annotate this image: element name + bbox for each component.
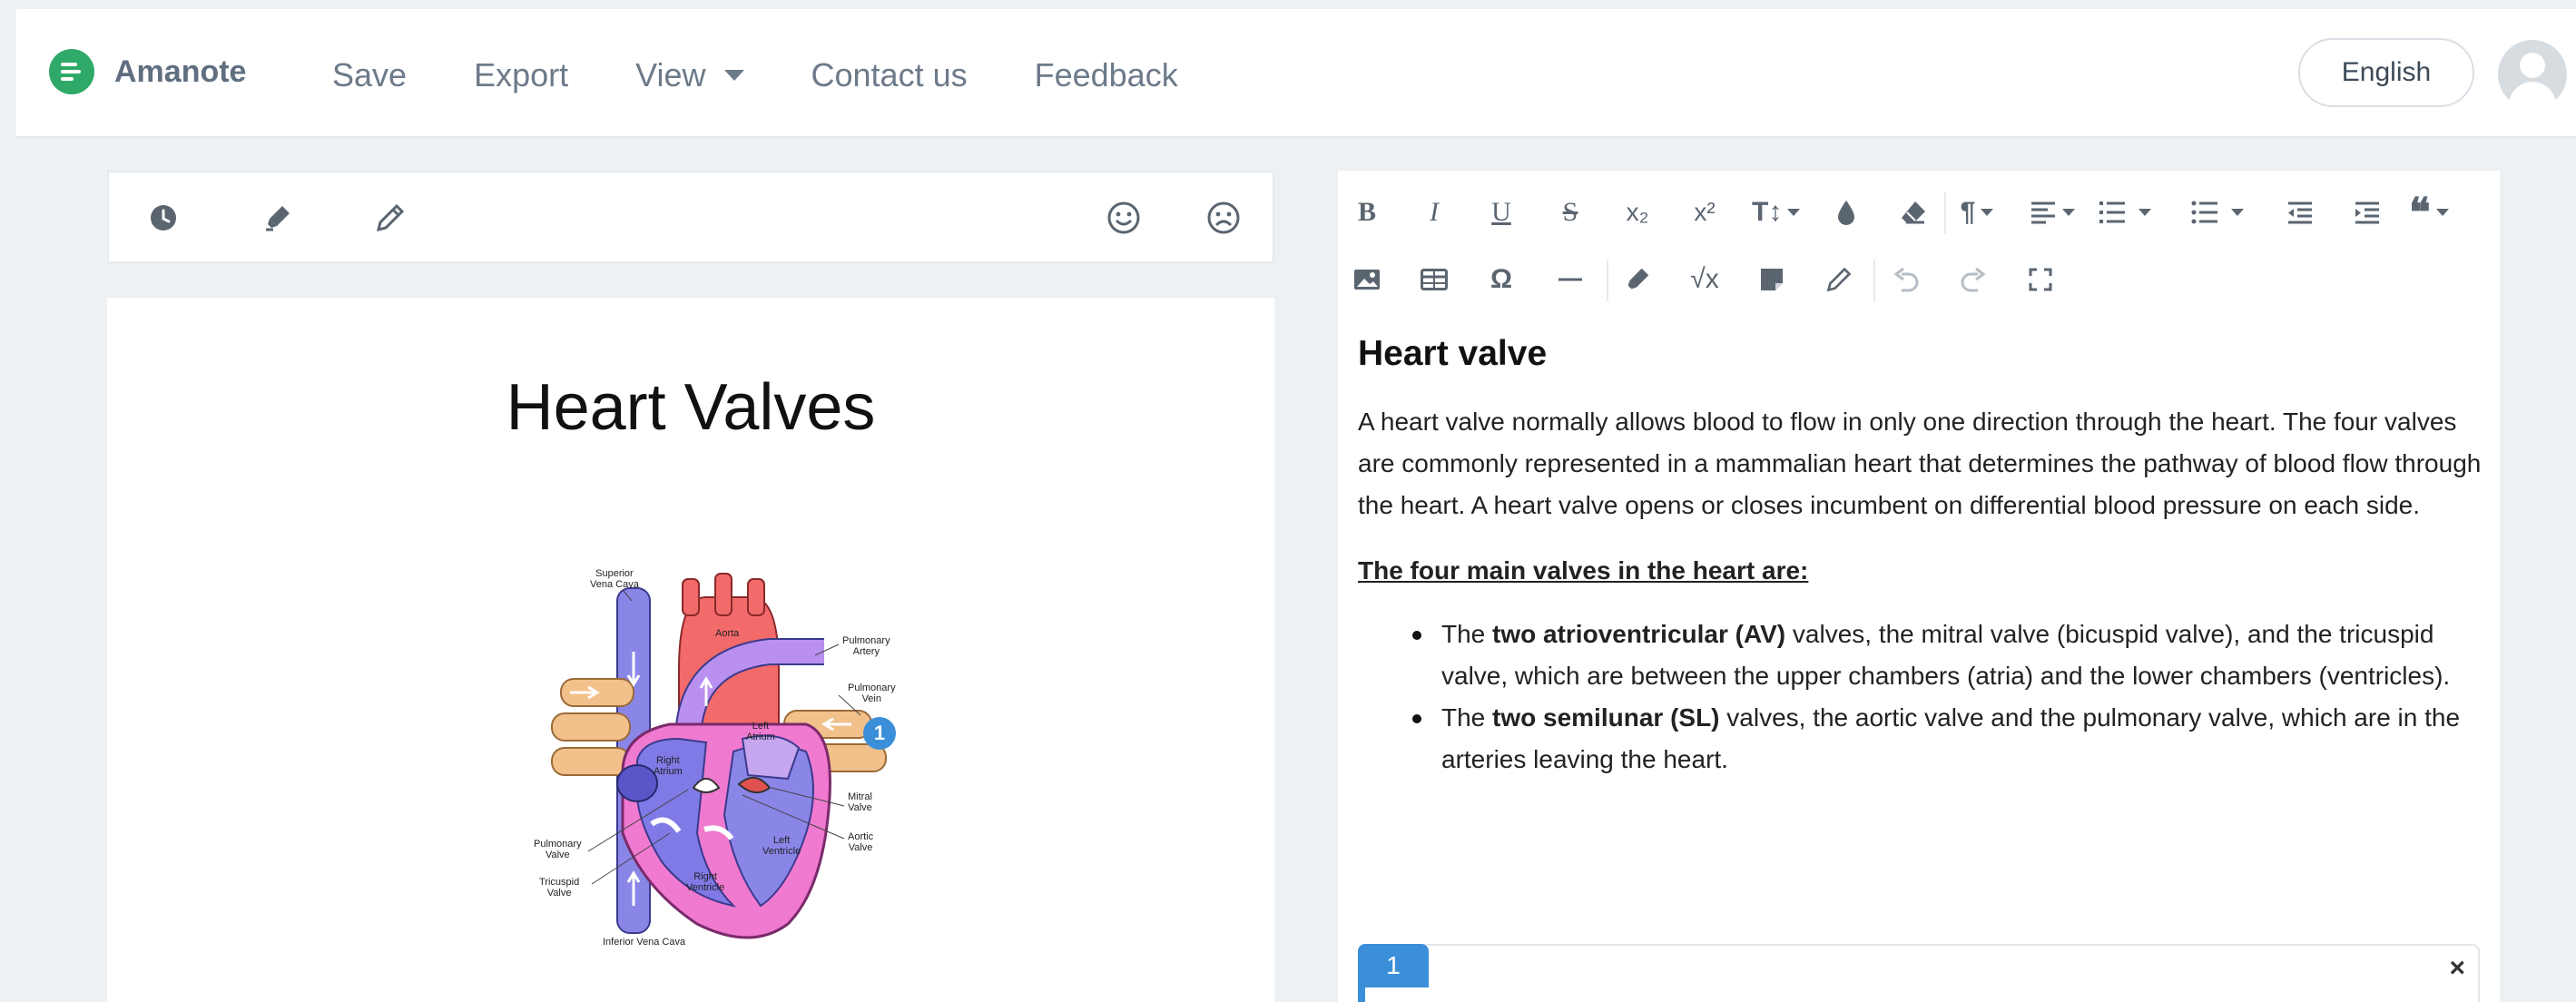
label-pulmonary-valve: Pulmonary Valve <box>534 839 582 860</box>
paragraph-format-dropdown[interactable]: ¶ <box>1959 194 1995 231</box>
nav-export[interactable]: Export <box>474 56 568 94</box>
unordered-list-dropdown[interactable] <box>2191 194 2244 231</box>
subscript-button[interactable]: x₂ <box>1619 194 1656 231</box>
close-icon[interactable]: × <box>2449 953 2465 984</box>
nav-feedback[interactable]: Feedback <box>1035 56 1178 94</box>
ordered-list-icon <box>2099 201 2125 223</box>
text-color-icon[interactable] <box>1828 194 1864 231</box>
label-left-atrium: Left Atrium <box>746 721 775 742</box>
clock-icon[interactable] <box>145 200 182 236</box>
outdent-icon[interactable] <box>2282 194 2318 231</box>
language-button[interactable]: English <box>2298 38 2474 107</box>
slide-page: Heart Valves Superior Vena Cava Aorta Pu… <box>107 298 1274 1002</box>
align-left-icon <box>2031 201 2055 224</box>
slide-title: Heart Valves <box>506 371 876 444</box>
note-editor: B I U S x₂ x² T↕ ¶ ❝ Ω √x Heart valve A … <box>1338 171 2500 1002</box>
note-subheading: The four main valves in the heart are: <box>1358 556 1809 584</box>
insert-image-icon[interactable] <box>1349 261 1385 298</box>
annotation-number: 1 <box>1358 944 1429 987</box>
amanote-logo-icon <box>49 49 94 94</box>
chevron-down-icon <box>723 70 744 81</box>
font-size-dropdown[interactable]: T↕ <box>1752 194 1801 231</box>
label-mitral-valve: Mitral Valve <box>848 791 872 813</box>
editor-toolbar-row-2: Ω √x <box>1338 252 2500 307</box>
editor-highlighter-icon[interactable] <box>1619 261 1656 298</box>
formula-icon[interactable]: √x <box>1686 261 1723 298</box>
horizontal-line-icon[interactable] <box>1552 261 1588 298</box>
blockquote-dropdown[interactable]: ❝ <box>2409 191 2449 235</box>
paragraph-icon: ¶ <box>1960 197 1976 227</box>
label-aortic-valve: Aortic Valve <box>848 831 874 853</box>
smile-icon[interactable] <box>1106 200 1142 236</box>
top-navbar: Amanote Save Export View Contact us Feed… <box>16 9 2576 138</box>
annotation-card[interactable]: 1 × <box>1358 944 2480 1002</box>
document-toolbar <box>107 171 1274 263</box>
eraser-icon[interactable] <box>1895 194 1932 231</box>
note-heading: Heart valve <box>1358 334 1548 373</box>
indent-icon[interactable] <box>2349 194 2385 231</box>
label-right-atrium: Right Atrium <box>654 755 683 777</box>
label-aorta: Aorta <box>715 628 740 639</box>
fullscreen-icon[interactable] <box>2022 261 2059 298</box>
nav-view-label: View <box>635 56 706 93</box>
editor-pencil-icon[interactable] <box>1821 261 1857 298</box>
sticky-note-icon[interactable] <box>1754 261 1790 298</box>
heart-illustration <box>551 573 887 939</box>
label-pulmonary-vein: Pulmonary Vein <box>848 683 896 704</box>
heart-diagram: Superior Vena Cava Aorta Pulmonary Artery … <box>516 561 1024 960</box>
brand-link[interactable]: Amanote <box>49 49 246 94</box>
underline-button[interactable]: U <box>1483 194 1519 231</box>
label-left-ventricle: Left Ventricle <box>762 835 801 857</box>
nav-contact[interactable]: Contact us <box>811 56 968 94</box>
redo-icon[interactable] <box>1955 261 1991 298</box>
main-nav: Save Export View Contact us Feedback <box>332 56 1245 94</box>
pencil-icon[interactable] <box>372 200 408 236</box>
bullet-list-icon <box>2191 201 2217 224</box>
frown-icon[interactable] <box>1205 200 1242 236</box>
bold-button[interactable]: B <box>1349 194 1385 231</box>
editor-toolbar-row-1: B I U S x₂ x² T↕ ¶ ❝ <box>1338 185 2500 240</box>
label-right-ventricle: Right Ventricle <box>686 871 725 893</box>
label-superior-vena-cava: Superior Vena Cava <box>590 568 639 590</box>
note-paragraph: A heart valve normally allows blood to f… <box>1358 408 2482 519</box>
highlighter-icon[interactable] <box>260 200 296 236</box>
quote-icon: ❝ <box>2409 190 2431 235</box>
nav-view-dropdown[interactable]: View <box>635 56 744 94</box>
label-inferior-vena-cava: Inferior Vena Cava <box>603 937 686 948</box>
undo-icon[interactable] <box>1888 261 1924 298</box>
brand-name: Amanote <box>114 54 247 89</box>
special-character-icon[interactable]: Ω <box>1483 261 1519 298</box>
label-pulmonary-artery: Pulmonary Artery <box>842 635 890 657</box>
label-tricuspid-valve: Tricuspid Valve <box>539 877 580 899</box>
ordered-list-dropdown[interactable] <box>2099 194 2151 231</box>
avatar[interactable] <box>2498 40 2567 109</box>
align-dropdown[interactable] <box>2030 194 2075 231</box>
list-item: The two atrioventricular (AV) valves, th… <box>1412 614 2483 697</box>
editor-content[interactable]: Heart valve A heart valve normally allow… <box>1358 332 2483 781</box>
strikethrough-button[interactable]: S <box>1552 194 1588 231</box>
superscript-button[interactable]: x² <box>1686 194 1723 231</box>
font-size-label: T↕ <box>1752 197 1783 227</box>
annotation-marker[interactable]: 1 <box>863 717 896 750</box>
valve-list: The two atrioventricular (AV) valves, th… <box>1358 614 2483 781</box>
list-item: The two semilunar (SL) valves, the aorti… <box>1412 697 2483 781</box>
italic-button[interactable]: I <box>1416 194 1452 231</box>
nav-save[interactable]: Save <box>332 56 407 94</box>
insert-table-icon[interactable] <box>1416 261 1452 298</box>
